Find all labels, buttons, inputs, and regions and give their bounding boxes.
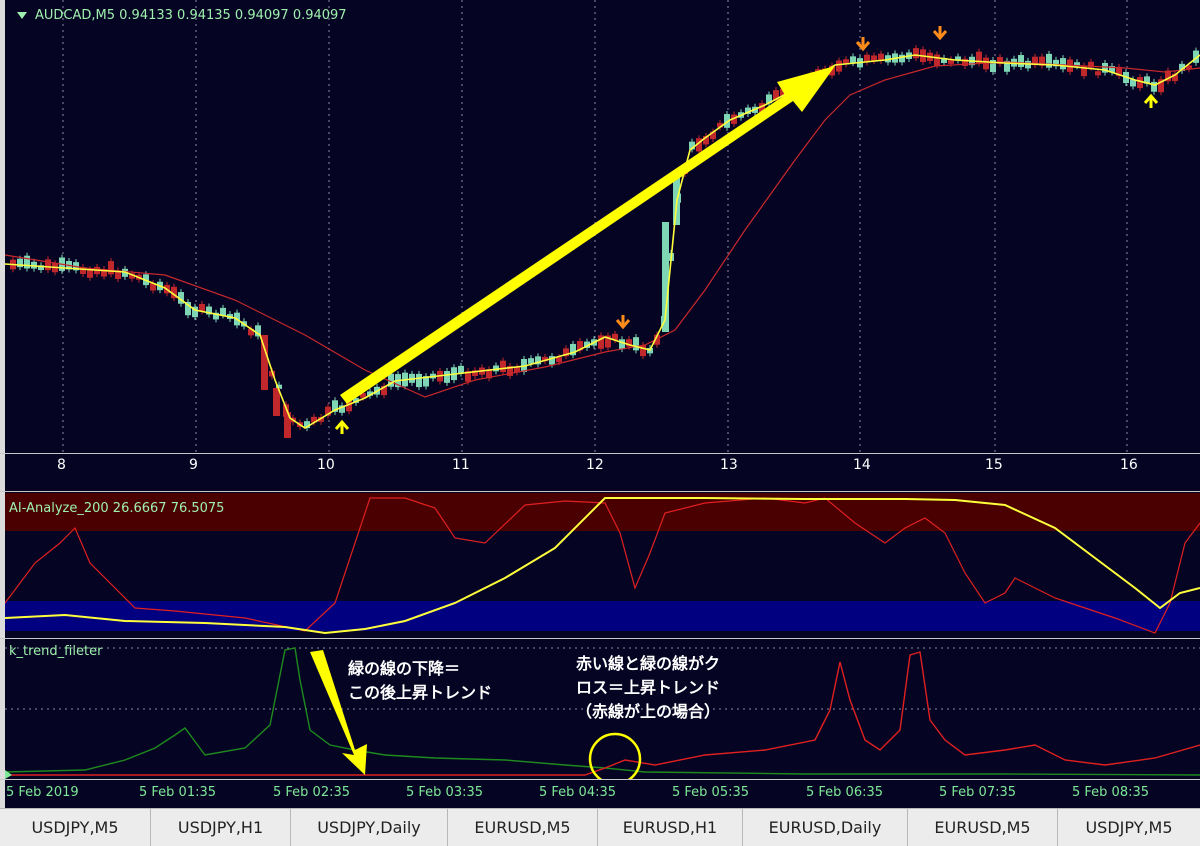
pane-divider [0,638,1200,639]
up-arrow-icon [1143,93,1159,108]
candle-body [444,371,450,383]
candle-body [416,373,422,388]
time-tick: 5 Feb 07:35 [939,785,1017,800]
ai-indicator-label: AI-Analyze_200 26.6667 76.5075 [9,501,225,516]
chart-tab-bar: USDJPY,M5 USDJPY,H1 USDJPY,Daily EURUSD,… [0,808,1200,846]
time-tick: 5 Feb 06:35 [806,785,884,800]
candle-body [934,54,940,66]
date-tick: 8 [57,457,66,473]
chart-header-symbol: AUDCAD,M5 0.94133 0.94135 0.94097 0.9409… [17,8,347,23]
candle-body [640,345,646,357]
tab-eurusd-h1[interactable]: EURUSD,H1 [598,809,743,846]
time-tick: 5 Feb 2019 [6,785,79,800]
candle-body [1018,55,1024,67]
up-arrow-icon [334,419,350,434]
candle-body [1060,58,1066,70]
candle-body [108,261,114,275]
candle-body [273,388,280,416]
candle-body [500,360,506,373]
candle-body [1151,81,1157,92]
candle-body [850,56,856,63]
candle-body [633,337,639,351]
down-arrow-icon [615,315,631,330]
pane-divider [0,779,1200,780]
candle-body [199,303,205,312]
date-tick: 9 [189,457,198,473]
tab-eurusd-m5[interactable]: EURUSD,M5 [448,809,598,846]
date-tick: 13 [720,457,738,473]
candle-body [913,48,919,59]
tab-usdjpy-daily[interactable]: USDJPY,Daily [291,809,448,846]
trend-arrow-graphic [340,66,835,404]
pane-divider [0,491,1200,492]
time-tick: 5 Feb 04:35 [539,785,617,800]
down-arrow-icon [932,26,948,41]
crossover-circle [588,732,642,779]
trend-indicator-label: k_trend_fileter [9,644,103,659]
oversold-zone [5,601,1200,631]
annotation-line: （赤線が上の場合） [576,702,721,721]
tab-usdjpy-h1[interactable]: USDJPY,H1 [151,809,291,846]
date-tick: 10 [317,457,335,473]
pane-divider [0,453,1200,454]
candle-body [836,60,842,72]
time-tick: 5 Feb 02:35 [273,785,351,800]
fast-moving-average-line [5,54,1200,429]
green-drop-annotation: 緑の線の下降＝ この後上昇トレンド [348,657,492,705]
price-chart-canvas [5,0,1200,453]
annotation-line: この後上昇トレンド [348,683,493,702]
date-tick: 12 [586,457,604,473]
time-tick: 5 Feb 03:35 [406,785,484,800]
candle-body [220,307,226,316]
tab-usdjpy-m5-2[interactable]: USDJPY,M5 [1058,809,1200,846]
date-tick: 15 [985,457,1003,473]
time-tick: 5 Feb 01:35 [139,785,217,800]
date-tick: 16 [1120,457,1138,473]
collapse-triangle-icon[interactable] [17,12,27,19]
time-tick: 5 Feb 08:35 [1072,785,1150,800]
candle-body [45,259,51,271]
tab-usdjpy-m5[interactable]: USDJPY,M5 [0,809,151,846]
candle-body [556,357,562,363]
tab-eurusd-daily[interactable]: EURUSD,Daily [743,809,908,846]
date-tick: 14 [853,457,871,473]
annotation-line: 緑の線の下降＝ [348,659,461,678]
symbol-price-readout: AUDCAD,M5 0.94133 0.94135 0.94097 0.9409… [35,8,347,23]
date-tick: 11 [452,457,470,473]
annotation-line: ロス＝上昇トレンド [576,678,721,697]
candle-body [1095,71,1101,76]
down-arrow-icon [855,37,871,52]
cross-annotation: 赤い線と緑の線がク ロス＝上昇トレンド （赤線が上の場合） [576,652,720,724]
price-chart-pane[interactable]: AUDCAD,M5 0.94133 0.94135 0.94097 0.9409… [5,0,1200,453]
tab-eurusd-m5-2[interactable]: EURUSD,M5 [908,809,1058,846]
candle-body [619,339,625,350]
time-tick: 5 Feb 05:35 [672,785,750,800]
ai-analyze-pane[interactable]: AI-Analyze_200 26.6667 76.5075 [5,493,1200,638]
candle-body [24,255,30,269]
candle-body [899,54,905,63]
annotation-line: 赤い線と緑の線がク [576,654,721,673]
